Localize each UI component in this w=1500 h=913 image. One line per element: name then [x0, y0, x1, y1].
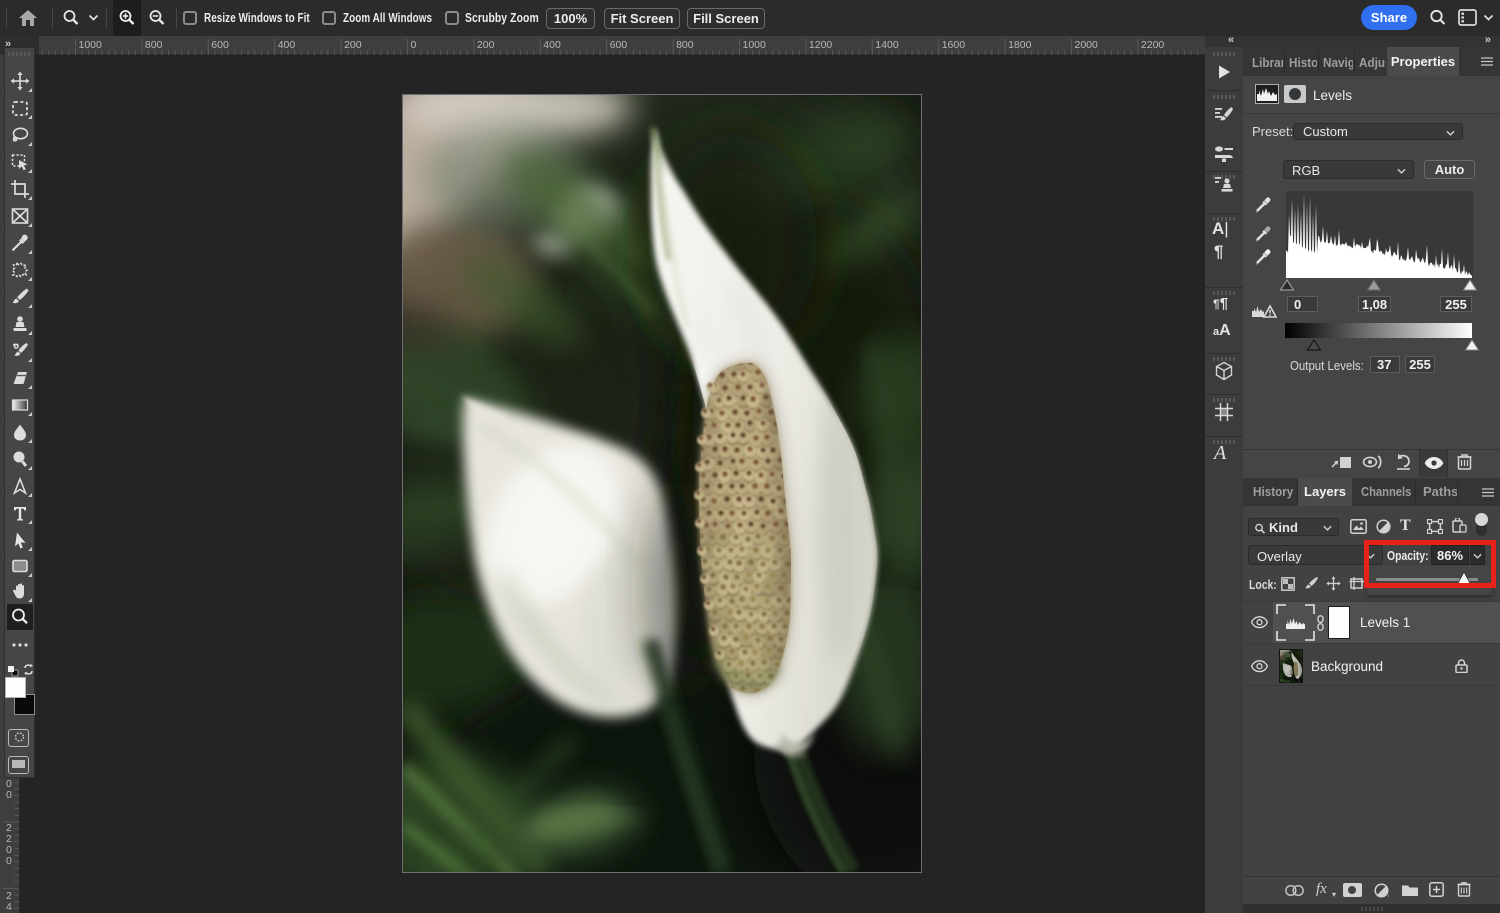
svg-text:400: 400 — [543, 39, 561, 51]
svg-text:1000: 1000 — [79, 39, 103, 51]
svg-text:1000: 1000 — [743, 39, 767, 51]
svg-text:400: 400 — [278, 39, 296, 51]
svg-text:1200: 1200 — [809, 39, 833, 51]
svg-text:200: 200 — [344, 39, 362, 51]
svg-text:2200: 2200 — [1141, 39, 1165, 51]
svg-text:0: 0 — [411, 39, 417, 51]
svg-text:1600: 1600 — [942, 39, 966, 51]
svg-text:1800: 1800 — [1008, 39, 1032, 51]
svg-text:600: 600 — [610, 39, 628, 51]
svg-text:2000: 2000 — [1075, 39, 1099, 51]
svg-text:1400: 1400 — [875, 39, 899, 51]
svg-text:800: 800 — [145, 39, 163, 51]
svg-text:200: 200 — [477, 39, 495, 51]
svg-text:800: 800 — [676, 39, 694, 51]
svg-text:600: 600 — [211, 39, 229, 51]
